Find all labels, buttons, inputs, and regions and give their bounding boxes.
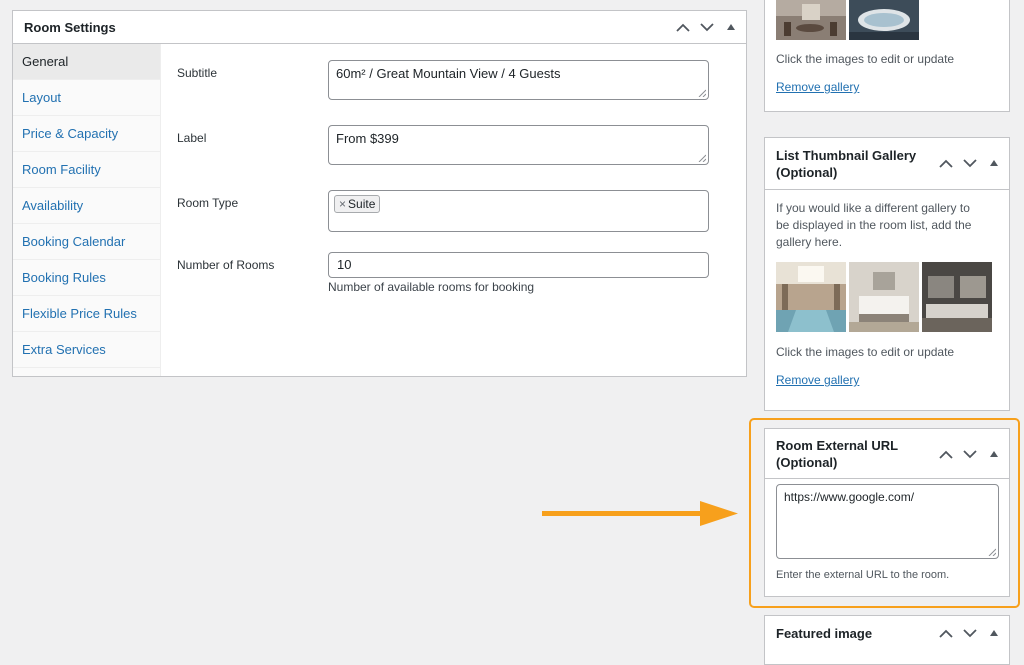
room-gallery-box: Click the images to edit or update Remov… [764,0,1010,112]
tab-extra-services[interactable]: Extra Services [13,332,160,368]
room-settings-controls [674,18,740,36]
number-of-rooms-label: Number of Rooms [177,258,275,272]
featured-image-title: Featured image [776,626,873,641]
label-textarea[interactable]: From $399 [328,125,709,165]
tab-layout[interactable]: Layout [13,80,160,116]
arrow-right-icon [542,501,738,526]
tab-availability[interactable]: Availability [13,188,160,224]
number-of-rooms-help: Number of available rooms for booking [328,280,535,294]
move-up-icon[interactable] [937,154,955,172]
room-external-url-title: Room External URL (Optional) [776,437,898,471]
room-external-url-title-line2: (Optional) [776,455,838,470]
label-field-label: Label [177,131,207,145]
list-thumbnail-gallery-hint: Click the images to edit or update [776,345,955,359]
external-url-help: Enter the external URL to the room. [776,569,950,581]
collapse-toggle-icon[interactable] [985,445,1003,463]
list-thumbnail-gallery-description: If you would like a different gallery to… [776,201,972,249]
room-settings-box: Room Settings General Layout Price & Cap… [12,10,747,377]
featured-image-header: Featured image [765,616,1009,649]
featured-image-box: Featured image [764,615,1010,665]
list-thumbnail-gallery-title-line1: List Thumbnail Gallery [776,148,917,163]
list-thumbnail-living-room[interactable] [922,262,992,332]
tab-booking-calendar[interactable]: Booking Calendar [13,224,160,260]
tab-price-capacity[interactable]: Price & Capacity [13,116,160,152]
resize-grip-icon[interactable] [988,548,996,556]
resize-grip-icon[interactable] [698,89,706,97]
list-thumbnail-gallery-header: List Thumbnail Gallery (Optional) [765,138,1009,190]
room-type-select[interactable]: × Suite [328,190,709,232]
collapse-toggle-icon[interactable] [722,18,740,36]
list-thumbnail-remove-gallery-link[interactable]: Remove gallery [776,373,859,387]
list-thumbnail-gallery-title: List Thumbnail Gallery (Optional) [776,147,916,181]
room-type-tag-label: Suite [348,197,376,211]
gallery-image-dining[interactable] [776,0,846,40]
room-settings-header: Room Settings [13,11,746,44]
featured-image-controls [937,624,1003,642]
external-url-value: https://www.google.com/ [784,490,915,504]
collapse-toggle-icon[interactable] [985,154,1003,172]
move-down-icon[interactable] [961,624,979,642]
room-external-url-controls [937,445,1003,463]
gallery-hint: Click the images to edit or update [776,52,955,66]
move-up-icon[interactable] [937,624,955,642]
move-down-icon[interactable] [961,154,979,172]
move-down-icon[interactable] [698,18,716,36]
collapse-toggle-icon[interactable] [985,624,1003,642]
list-thumbnail-gallery-controls [937,154,1003,172]
room-external-url-header: Room External URL (Optional) [765,429,1009,479]
room-external-url-box: Room External URL (Optional) https://www… [764,428,1010,597]
move-down-icon[interactable] [961,445,979,463]
room-settings-title: Room Settings [24,20,116,35]
room-type-label: Room Type [177,196,239,210]
external-url-textarea[interactable]: https://www.google.com/ [776,484,999,559]
move-up-icon[interactable] [674,18,692,36]
number-of-rooms-input[interactable]: 10 [328,252,709,278]
list-thumbnail-bedroom[interactable] [849,262,919,332]
list-thumbnail-pool[interactable] [776,262,846,332]
subtitle-value: 60m² / Great Mountain View / 4 Guests [336,66,561,81]
room-type-tag: × Suite [334,195,381,213]
tab-booking-rules[interactable]: Booking Rules [13,260,160,296]
room-settings-tabs: General Layout Price & Capacity Room Fac… [13,44,161,376]
list-thumbnail-gallery-box: List Thumbnail Gallery (Optional) If you… [764,137,1010,411]
resize-grip-icon[interactable] [698,154,706,162]
remove-gallery-link[interactable]: Remove gallery [776,80,859,94]
move-up-icon[interactable] [937,445,955,463]
remove-tag-icon[interactable]: × [339,197,346,211]
tab-flexible-price-rules[interactable]: Flexible Price Rules [13,296,160,332]
room-external-url-title-line1: Room External URL [776,438,899,453]
label-value: From $399 [336,131,399,146]
tab-general[interactable]: General [13,44,160,80]
number-of-rooms-value: 10 [337,257,352,272]
tab-room-facility[interactable]: Room Facility [13,152,160,188]
subtitle-textarea[interactable]: 60m² / Great Mountain View / 4 Guests [328,60,709,100]
list-thumbnail-gallery-title-line2: (Optional) [776,165,838,180]
subtitle-label: Subtitle [177,66,218,80]
gallery-image-bath[interactable] [849,0,919,40]
